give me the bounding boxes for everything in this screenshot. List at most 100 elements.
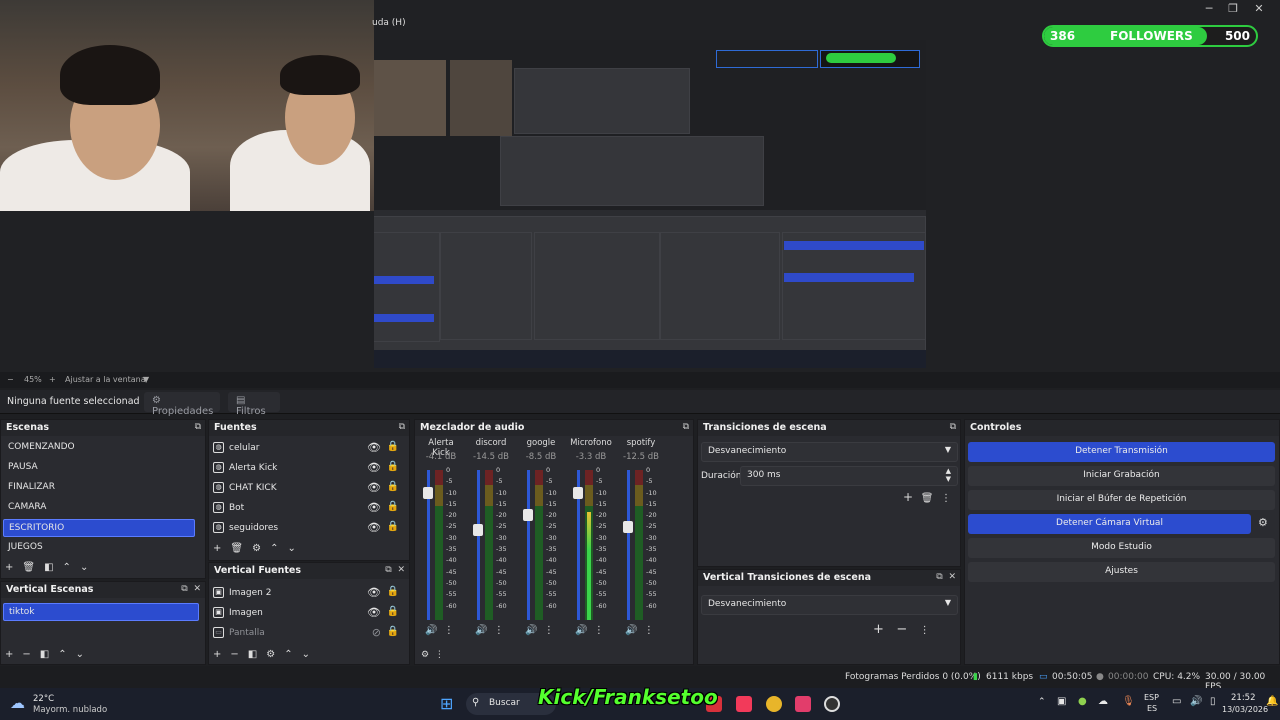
volume-slider-handle[interactable] [623, 521, 633, 533]
zoom-out-button[interactable]: − [7, 375, 14, 384]
source-row[interactable]: ◍ celular 👁 🔒 [213, 439, 403, 459]
vertical-transition-select[interactable]: Desvanecimiento ▼ [701, 595, 958, 615]
add-icon[interactable]: + [873, 622, 884, 637]
menu-dots-icon[interactable]: ⋮ [644, 625, 654, 636]
eye-icon[interactable]: 👁 [367, 441, 381, 454]
move-down-icon[interactable]: ⌄ [302, 649, 310, 660]
volume-slider-handle[interactable] [523, 509, 533, 521]
tiktok-icon[interactable] [795, 696, 811, 712]
clock-time[interactable]: 21:52 [1231, 693, 1256, 703]
add-icon[interactable]: + [903, 490, 913, 504]
settings-button[interactable]: Ajustes [968, 562, 1275, 582]
menu-dots-icon[interactable]: ⋮ [435, 650, 444, 660]
move-down-icon[interactable]: ⌄ [80, 562, 88, 573]
weather-icon[interactable]: ☁ [10, 694, 25, 712]
source-row[interactable]: ◍ Bot 👁 🔒 [213, 499, 403, 519]
lock-icon[interactable]: 🔒 [387, 501, 399, 512]
preview-canvas[interactable]: uda (H) 386 FOLLOWERS 500 ─ ❐ ✕ [0, 0, 1280, 372]
remove-icon[interactable]: − [896, 622, 907, 637]
filters-button[interactable]: ▤ Filtros [228, 392, 280, 417]
microphone-icon[interactable]: 🎙 [1122, 696, 1135, 707]
volume-slider-handle[interactable] [573, 486, 583, 499]
advanced-audio-icon[interactable]: ⚙ [421, 650, 429, 660]
remove-icon[interactable]: − [230, 649, 238, 660]
onedrive-icon[interactable]: ☁ [1098, 696, 1108, 707]
move-up-icon[interactable]: ⌃ [58, 649, 66, 660]
scene-item[interactable]: CAMARA [3, 499, 199, 517]
language-code[interactable]: ESP [1144, 693, 1159, 702]
menu-dots-icon[interactable]: ⋮ [594, 625, 604, 636]
chevron-down-icon[interactable]: ▼ [143, 375, 149, 384]
gear-icon[interactable]: ⚙ [266, 649, 275, 660]
obs-icon[interactable] [824, 696, 840, 712]
maximize-icon[interactable]: ❐ [1222, 2, 1244, 15]
source-row[interactable]: ▣ Imagen 2 👁 🔒 [213, 584, 403, 604]
filter-icon[interactable]: ◧ [248, 649, 257, 660]
music-app-icon[interactable] [736, 696, 752, 712]
minimize-icon[interactable]: ─ [1198, 2, 1220, 15]
menu-fragment[interactable]: uda (H) [372, 18, 406, 28]
add-icon[interactable]: + [213, 543, 221, 554]
stop-streaming-button[interactable]: Detener Transmisión [968, 442, 1275, 462]
move-down-icon[interactable]: ⌄ [76, 649, 84, 660]
lock-icon[interactable]: 🔒 [387, 441, 399, 452]
move-up-icon[interactable]: ⌃ [63, 562, 71, 573]
zoom-in-button[interactable]: + [49, 375, 56, 384]
battery-icon[interactable]: ▯ [1210, 696, 1216, 707]
virtual-camera-settings-icon[interactable]: ⚙ [1258, 516, 1268, 529]
scene-item[interactable]: PAUSA [3, 459, 199, 477]
dock-float-icon[interactable]: ⧉ [195, 422, 201, 432]
trash-icon[interactable]: 🗑 [22, 562, 35, 573]
trash-icon[interactable]: 🗑 [230, 543, 243, 554]
eye-icon[interactable]: 👁 [367, 461, 381, 474]
volume-slider[interactable] [527, 470, 530, 620]
volume-slider[interactable] [477, 470, 480, 620]
move-up-icon[interactable]: ⌃ [270, 543, 278, 554]
lock-icon[interactable]: 🔒 [387, 586, 399, 597]
properties-button[interactable]: ⚙ Propiedades [144, 392, 220, 417]
add-icon[interactable]: + [5, 649, 13, 660]
scene-item[interactable]: FINALIZAR [3, 479, 199, 497]
dock-close-icon[interactable]: ⧉ ✕ [936, 572, 956, 582]
add-icon[interactable]: + [213, 649, 221, 660]
scene-item[interactable]: COMENZANDO [3, 439, 199, 457]
tray-app-icon[interactable]: ▣ [1057, 696, 1066, 707]
tray-green-icon[interactable]: ● [1078, 696, 1087, 707]
eye-icon[interactable]: 👁 [367, 586, 381, 599]
menu-dots-icon[interactable]: ⋮ [941, 493, 951, 504]
lock-icon[interactable]: 🔒 [387, 626, 399, 637]
remove-icon[interactable]: − [22, 649, 30, 660]
dock-close-icon[interactable]: ⧉ ✕ [385, 565, 405, 575]
lock-icon[interactable]: 🔒 [387, 481, 399, 492]
dock-close-icon[interactable]: ⧉ ✕ [181, 584, 201, 594]
clock-date[interactable]: 13/03/2026 [1222, 705, 1268, 714]
filter-icon[interactable]: ◧ [40, 649, 49, 660]
source-row[interactable]: ◍ Alerta Kick 👁 🔒 [213, 459, 403, 479]
menu-dots-icon[interactable]: ⋮ [444, 625, 454, 636]
move-up-icon[interactable]: ⌃ [284, 649, 292, 660]
spin-arrows-icon[interactable]: ▲ ▼ [946, 467, 951, 483]
lock-icon[interactable]: 🔒 [387, 521, 399, 532]
dock-float-icon[interactable]: ⧉ [950, 422, 956, 432]
lock-icon[interactable]: 🔒 [387, 606, 399, 617]
menu-dots-icon[interactable]: ⋮ [544, 625, 554, 636]
volume-slider-handle[interactable] [423, 486, 433, 499]
close-icon[interactable]: ✕ [1248, 2, 1270, 15]
filter-icon[interactable]: ◧ [44, 562, 53, 573]
duration-spinbox[interactable]: 300 ms ▲ ▼ [740, 466, 958, 486]
language-sub[interactable]: ES [1147, 704, 1157, 713]
eye-icon[interactable]: 👁 [367, 481, 381, 494]
source-row[interactable]: ◍ seguidores 👁 🔒 [213, 519, 403, 539]
eye-hidden-icon[interactable]: ⊘ [372, 626, 381, 639]
menu-dots-icon[interactable]: ⋮ [494, 625, 504, 636]
add-icon[interactable]: + [5, 562, 13, 573]
notifications-icon[interactable]: 🔔 [1266, 696, 1278, 707]
source-row[interactable]: ◍ CHAT KICK 👁 🔒 [213, 479, 403, 499]
source-row[interactable]: ▣ Imagen 👁 🔒 [213, 604, 403, 624]
start-recording-button[interactable]: Iniciar Grabación [968, 466, 1275, 486]
studio-mode-button[interactable]: Modo Estudio [968, 538, 1275, 558]
windows-start-icon[interactable]: ⊞ [440, 694, 453, 713]
lock-icon[interactable]: 🔒 [387, 461, 399, 472]
speaker-icon[interactable]: 🔊 [475, 625, 487, 636]
eye-icon[interactable]: 👁 [367, 521, 381, 534]
